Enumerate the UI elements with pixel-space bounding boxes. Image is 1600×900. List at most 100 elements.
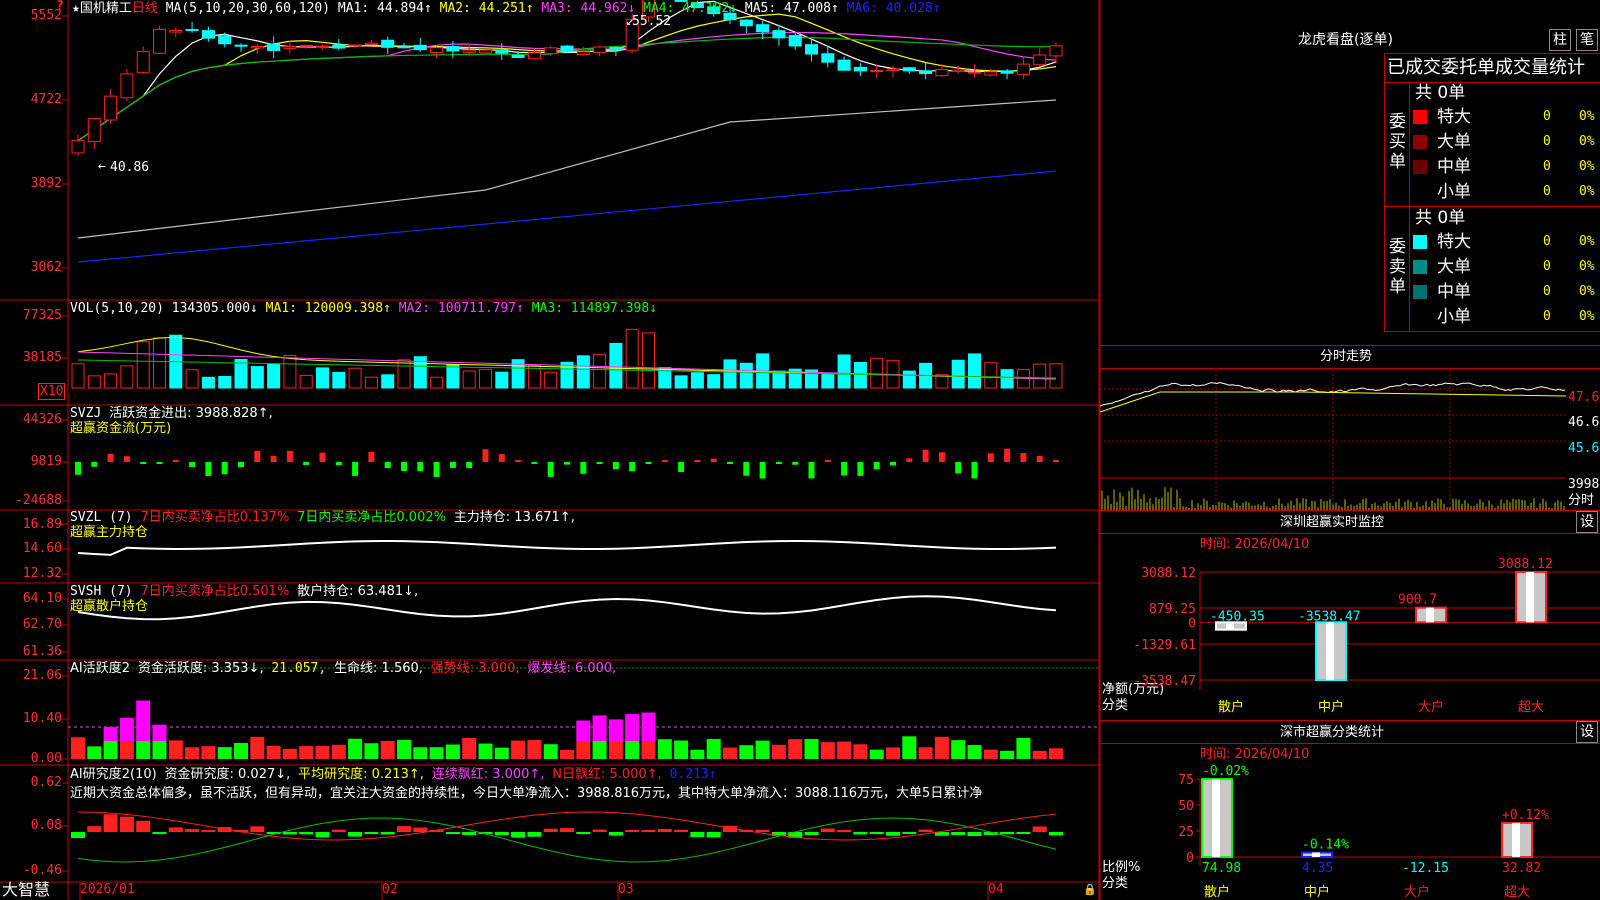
- vol-bar: [593, 353, 607, 389]
- ai1-bar: [1000, 750, 1015, 759]
- candle-body: [283, 46, 297, 49]
- buy-color-swatch: [1413, 135, 1427, 149]
- vol-bar: [283, 354, 297, 389]
- sell-row-count: 0: [1543, 309, 1551, 324]
- candle-body: [560, 45, 574, 52]
- vol-bar: [853, 362, 867, 389]
- ai1-bar: [380, 740, 395, 759]
- ai2-bar: [869, 832, 884, 834]
- ai2-line-green: [77, 817, 1057, 863]
- vol-header: VOL(5,10,20) 134305.000↓ MA1: 120009.398…: [70, 301, 657, 316]
- svzj-bar: [727, 462, 733, 464]
- candle-body: [136, 51, 150, 73]
- fenshi-panel[interactable]: 分时走势 47.68 46.67 45.66 3998 分时: [1100, 345, 1600, 510]
- candle-body: [201, 30, 215, 39]
- kline-ytick-3: 3062: [30, 260, 62, 275]
- sell-color-swatch: [1413, 235, 1427, 249]
- ai1-bar: [755, 740, 770, 759]
- sz-monitor-settings-button[interactable]: 设: [1576, 511, 1598, 533]
- buy-row: 特大 0 0%: [1413, 106, 1600, 128]
- svzj-bar: [482, 449, 489, 462]
- vol-unit-badge[interactable]: X10: [38, 383, 66, 400]
- ai1-bar: [706, 739, 721, 759]
- fenshi-titlebar: 分时走势: [1100, 345, 1600, 369]
- ai2-bar: [755, 829, 770, 832]
- sell-row-pct: 0%: [1579, 259, 1595, 274]
- candle-body: [1016, 63, 1030, 75]
- sell-row-count: 0: [1543, 284, 1551, 299]
- ai1-bar: [266, 745, 281, 759]
- tick-mode-button[interactable]: 笔: [1576, 29, 1598, 51]
- svzj-bar: [792, 462, 799, 465]
- buy-row-count: 0: [1543, 159, 1551, 174]
- buy-row: 小单 0 0%: [1413, 181, 1600, 203]
- ai2-t3: 连续飘红: 3.000↑,: [431, 767, 545, 782]
- ai2-ytick-1: 0.08: [30, 818, 62, 833]
- lock-icon[interactable]: 🔒: [1083, 882, 1097, 897]
- ai1-bar: [543, 744, 558, 759]
- ai2-bar: [804, 832, 819, 836]
- date-label-0: 2026/01: [80, 882, 135, 897]
- ai1-t4: 强势线: 3.000,: [430, 661, 520, 676]
- arrow-left-icon: ←: [98, 159, 106, 174]
- ai2-t5: 0.213↑: [669, 767, 717, 782]
- ai1-bar: [429, 747, 444, 759]
- svzj-bar: [189, 462, 196, 467]
- buy-divider: [1409, 82, 1410, 206]
- sz-class-panel: 深市超赢分类统计 设 时间: 2026/04/10 比例% 分类: [1100, 720, 1600, 900]
- candle-body: [739, 19, 753, 27]
- ai2-bar: [967, 832, 982, 837]
- ai1-bar: [886, 747, 900, 759]
- svzj-bar: [172, 460, 179, 462]
- ai2-bar: [592, 829, 607, 832]
- fenshi-ytick-0: 47.68: [1568, 390, 1600, 405]
- vol-bar: [495, 371, 509, 389]
- svzj-bar: [123, 456, 130, 462]
- ai1-bar: [527, 740, 542, 759]
- sz-class-xlabel: 分类: [1102, 876, 1129, 891]
- sell-block: 委卖单 共 0单 特大 0 0% 大单 0 0% 中单 0 0% 小单 0 0%: [1384, 207, 1600, 332]
- period-label[interactable]: 日线: [132, 1, 158, 16]
- svzj-bar: [1004, 448, 1011, 462]
- candle-body: [430, 47, 444, 53]
- ai1-bar: [494, 747, 509, 759]
- svzj-bar: [661, 460, 668, 462]
- sz-class-settings-button[interactable]: 设: [1576, 721, 1598, 743]
- candle-body: [104, 95, 118, 121]
- ai2-ytick-0: 0.62: [30, 775, 62, 790]
- vol-bar: [951, 359, 965, 389]
- bar-mode-button[interactable]: 柱: [1549, 29, 1571, 51]
- ai1-bar: [462, 738, 477, 759]
- vol-bar: [267, 363, 281, 389]
- main-chart-area[interactable]: ★国机精工日线 MA(5,10,20,30,60,120) MA1: 44.89…: [0, 0, 1100, 900]
- sell-row-label: 中单: [1437, 282, 1471, 302]
- fenshi-title: 分时走势: [1320, 349, 1373, 364]
- vol-ytick-0: 77325: [22, 308, 62, 323]
- ai2-ytick-2: -0.46: [22, 863, 62, 878]
- candle-body: [169, 29, 183, 33]
- arrow-up-left-icon: ↙: [626, 14, 634, 29]
- svzj-bar: [303, 462, 310, 466]
- kline-ytick-2: 3892: [30, 176, 62, 191]
- favorite-star-icon[interactable]: ★: [72, 1, 80, 16]
- svzj-bar: [449, 462, 456, 468]
- ai2-bar: [136, 820, 151, 832]
- buy-row-pct: 0%: [1579, 109, 1595, 124]
- brand-logo[interactable]: 大智慧: [2, 880, 50, 899]
- ai2-bar: [576, 832, 591, 835]
- vol-bar: [642, 332, 655, 389]
- candle-body: [397, 46, 411, 49]
- ai2-bar: [918, 829, 933, 832]
- ai2-bar: [315, 832, 330, 838]
- sz-class-ylabel: 比例%: [1102, 860, 1141, 875]
- ai2-bar: [201, 830, 216, 832]
- ai1-t2: 21.057,: [271, 661, 327, 676]
- ai2-bar: [511, 832, 526, 838]
- svzj-bar: [547, 462, 554, 477]
- svsh-subtitle: 超赢散户持仓: [70, 599, 149, 614]
- ai1-bar: [136, 741, 151, 759]
- lhb-title: 龙虎看盘(逐单): [1298, 32, 1393, 48]
- sz-monitor-titlebar: 深圳超赢实时监控: [1100, 510, 1600, 534]
- ai1-t5: 爆发线: 6.000,: [527, 661, 617, 676]
- svzj-bar: [824, 459, 831, 462]
